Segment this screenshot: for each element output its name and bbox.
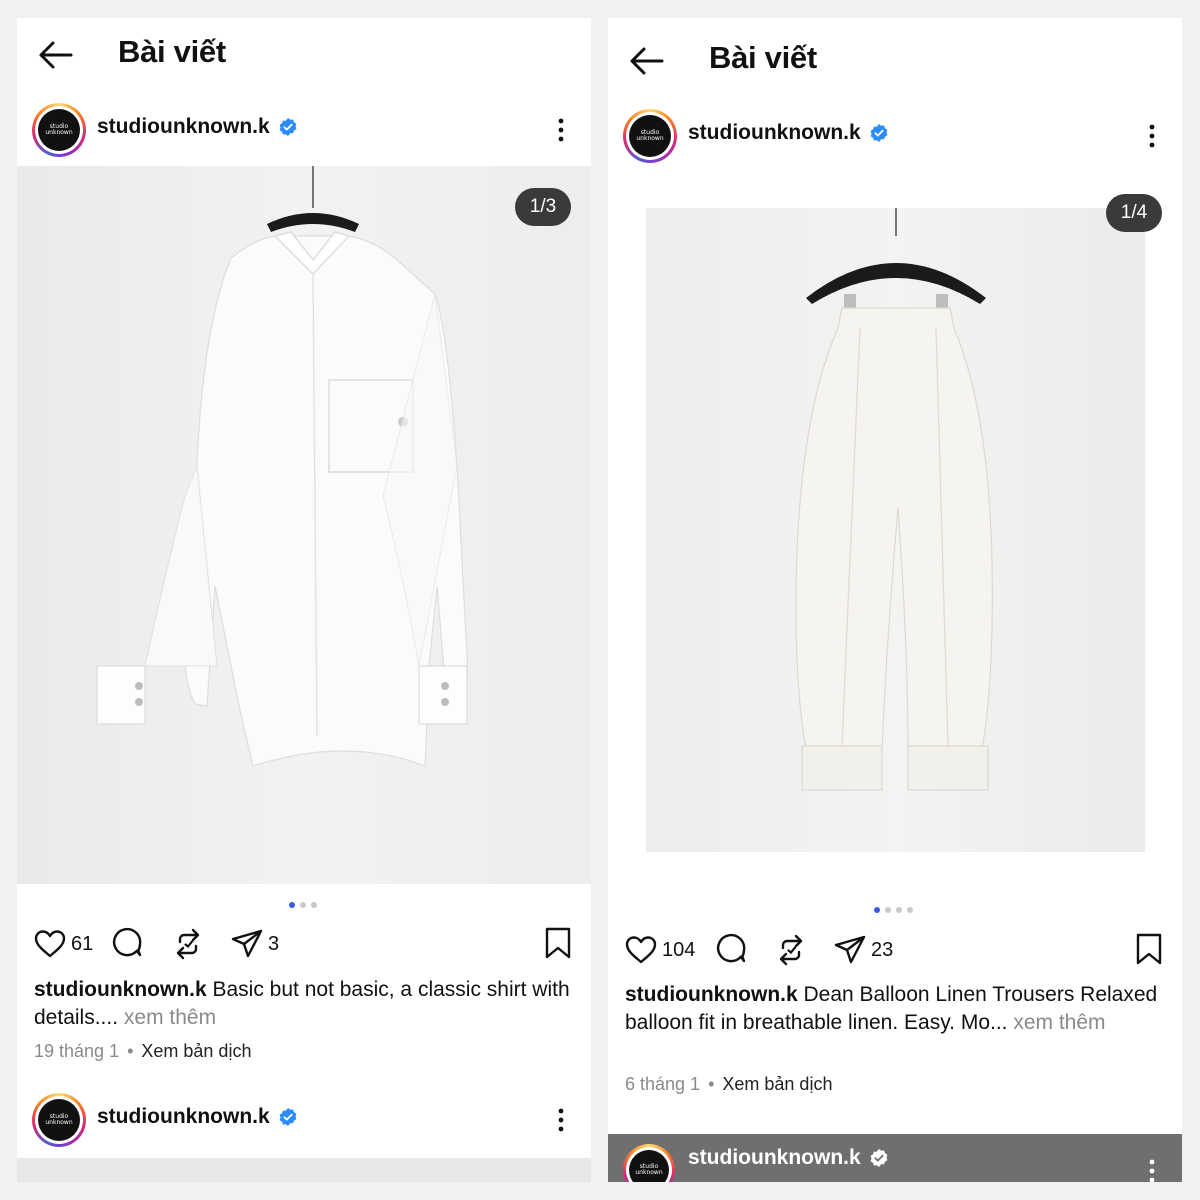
page-title: Bài viết — [118, 34, 226, 69]
like-button[interactable]: 61 — [33, 924, 93, 964]
post-header: studio unknown studiounknown.k — [17, 1088, 591, 1152]
post-panel-right: Bài viết studio unknown studiounknown.k — [608, 18, 1182, 1182]
repost-icon — [779, 934, 803, 966]
share-icon — [231, 929, 263, 958]
avatar[interactable]: studio unknown — [32, 1093, 86, 1147]
post-header: studio unknown studiounknown.k — [17, 98, 591, 162]
avatar[interactable]: studio unknown — [623, 1144, 675, 1182]
image-counter: 1/3 — [515, 188, 571, 226]
username[interactable]: studiounknown.k — [97, 1105, 270, 1129]
username[interactable]: studiounknown.k — [688, 121, 861, 145]
repost-button[interactable] — [774, 930, 808, 970]
username[interactable]: studiounknown.k — [688, 1146, 861, 1170]
avatar-logo: studio unknown — [629, 115, 671, 157]
carousel-dot — [300, 902, 306, 908]
back-arrow-icon[interactable] — [35, 38, 75, 72]
translate-link[interactable]: Xem bản dịch — [722, 1074, 832, 1094]
bookmark-icon[interactable] — [1134, 932, 1164, 966]
see-more-link[interactable]: xem thêm — [1013, 1011, 1105, 1034]
top-bar: Bài viết — [608, 24, 1182, 96]
see-more-link[interactable]: xem thêm — [124, 1006, 216, 1029]
page-title: Bài viết — [709, 40, 817, 75]
white-shirt-image — [96, 166, 468, 767]
share-button[interactable]: 3 — [230, 924, 279, 964]
caption: studiounknown.k Dean Balloon Linen Trous… — [625, 981, 1164, 1037]
image-counter: 1/4 — [1106, 194, 1162, 232]
post-image[interactable]: 1/4 — [608, 172, 1182, 890]
repost-button[interactable] — [171, 924, 205, 964]
meta-separator: • — [127, 1041, 134, 1061]
like-button[interactable]: 104 — [624, 930, 695, 970]
comment-button[interactable] — [111, 924, 145, 964]
verified-icon — [870, 1149, 888, 1167]
like-count: 104 — [662, 938, 696, 961]
share-count: 23 — [871, 938, 894, 961]
repost-icon — [176, 928, 200, 960]
post-header: studio unknown studiounknown.k — [608, 1139, 1182, 1182]
meta-separator: • — [708, 1074, 715, 1094]
heart-icon — [34, 930, 66, 958]
carousel-dot — [885, 907, 891, 913]
username[interactable]: studiounknown.k — [97, 115, 270, 139]
avatar-logo: studio unknown — [629, 1150, 669, 1182]
share-count: 3 — [268, 932, 280, 955]
verified-icon — [279, 118, 297, 136]
caption: studiounknown.k Basic but not basic, a c… — [34, 976, 573, 1032]
post-image[interactable] — [17, 1158, 591, 1182]
caption-username[interactable]: studiounknown.k — [625, 983, 798, 1006]
post-image[interactable]: 1/3 — [17, 166, 591, 884]
avatar[interactable]: studio unknown — [32, 103, 86, 157]
carousel-dot — [289, 902, 295, 908]
heart-icon — [625, 936, 657, 964]
comment-icon — [717, 933, 746, 963]
share-icon — [834, 935, 866, 964]
more-vertical-icon[interactable] — [549, 1102, 573, 1138]
carousel-dots — [289, 902, 317, 908]
action-bar: 61 3 — [17, 924, 591, 964]
avatar[interactable]: studio unknown — [623, 109, 677, 163]
post-header: studio unknown studiounknown.k — [608, 104, 1182, 168]
like-count: 61 — [71, 932, 94, 955]
verified-icon — [870, 124, 888, 142]
comment-button[interactable] — [715, 930, 749, 970]
avatar-logo: studio unknown — [38, 1099, 80, 1141]
post-panel-left: Bài viết studio unknown studiounknown.k — [17, 18, 591, 1182]
post-date: 6 tháng 1 — [625, 1074, 701, 1094]
post-meta: 6 tháng 1 • Xem bản dịch — [625, 1074, 832, 1095]
more-vertical-icon[interactable] — [1140, 1153, 1164, 1182]
translate-link[interactable]: Xem bản dịch — [141, 1041, 251, 1061]
carousel-dot — [874, 907, 880, 913]
post-meta: 19 tháng 1 • Xem bản dịch — [34, 1041, 251, 1062]
carousel-dots — [874, 907, 913, 913]
carousel-dot — [896, 907, 902, 913]
caption-username[interactable]: studiounknown.k — [34, 978, 207, 1001]
share-button[interactable]: 23 — [833, 930, 893, 970]
more-vertical-icon[interactable] — [549, 112, 573, 148]
carousel-dot — [311, 902, 317, 908]
action-bar: 104 23 — [608, 930, 1182, 970]
post-date: 19 tháng 1 — [34, 1041, 120, 1061]
next-post: studio unknown studiounknown.k — [608, 1134, 1182, 1182]
verified-icon — [279, 1108, 297, 1126]
more-vertical-icon[interactable] — [1140, 118, 1164, 154]
trousers-photo — [646, 208, 1145, 852]
bookmark-icon[interactable] — [543, 926, 573, 960]
top-bar: Bài viết — [17, 18, 591, 90]
avatar-logo: studio unknown — [38, 109, 80, 151]
comment-icon — [113, 927, 142, 957]
carousel-dot — [907, 907, 913, 913]
back-arrow-icon[interactable] — [626, 44, 666, 78]
linen-trousers-image — [795, 208, 993, 791]
